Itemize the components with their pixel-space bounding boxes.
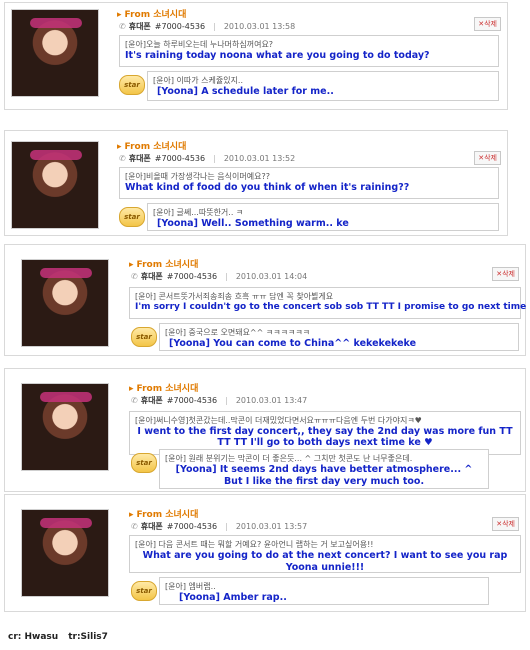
- star-reply-icon: star: [119, 75, 145, 95]
- reply-korean: [윤아] 이따가 스케쥴있지..: [153, 76, 244, 85]
- fan-message-korean: [윤아]오늘 하루비오는데 누나머하심꺼여요?: [125, 40, 274, 49]
- sender-label: ▸ From 소녀시대: [129, 260, 199, 270]
- fan-message-translation: What are you going to do at the next con…: [142, 550, 508, 573]
- delete-button[interactable]: ✕삭제: [492, 517, 519, 531]
- message-card: ▸ From 소녀시대 ✆ 휴대폰 #7000-4536 | 2010.03.01 13:…: [4, 130, 508, 236]
- delete-button[interactable]: ✕삭제: [492, 267, 519, 281]
- phone-icon: ✆: [119, 22, 126, 31]
- fan-message-bubble: [윤아]오늘 하루비오는데 누나머하심꺼여요? It's raining tod…: [119, 35, 499, 67]
- message-meta: ✆ 휴대폰 #7000-4536 | 2010.03.01 13:58: [119, 22, 296, 31]
- sender-label: ▸ From 소녀시대: [117, 10, 187, 20]
- member-photo: [21, 383, 109, 471]
- reply-korean: [윤아] 엠버랩..: [165, 582, 216, 591]
- phone-icon: ✆: [131, 396, 138, 405]
- reply-translation: [Yoona] Amber rap..: [179, 592, 287, 603]
- reply-bubble: [윤아] 이따가 스케쥴있지.. [Yoona] A schedule late…: [147, 71, 499, 101]
- fan-message-bubble: [윤아] 콘서트뜻가서죄송죄송 흐흑 ㅠㅠ 담엔 꼭 찾아뵐게요 I'm sor…: [129, 287, 527, 319]
- fan-message-korean: [윤아]비올때 가장생각나는 음식이머예요??: [125, 172, 270, 181]
- credit-translator: tr:Silis7: [68, 632, 108, 642]
- reply-translation: [Yoona] It seems 2nd days have better at…: [175, 464, 473, 487]
- delete-button[interactable]: ✕삭제: [474, 151, 501, 165]
- arrow-icon: ▸: [129, 384, 134, 394]
- member-photo: [21, 509, 109, 597]
- message-card: ▸ From 소녀시대 ✆ 휴대폰 #7000-4536 | 2010.03.01 13:…: [4, 494, 526, 612]
- sender-label: ▸ From 소녀시대: [129, 384, 199, 394]
- phone-icon: ✆: [131, 522, 138, 531]
- message-card: ▸ From 소녀시대 ✆ 휴대폰 #7000-4536 | 2010.03.01 13:…: [4, 2, 508, 110]
- arrow-icon: ▸: [129, 510, 134, 520]
- phone-icon: ✆: [119, 154, 126, 163]
- fan-message-bubble: [윤아] 다음 콘서트 때는 뭐할 거예요? 윤아언니 랩하는 거 보고싶어용!…: [129, 535, 521, 573]
- message-card: ▸ From 소녀시대 ✆ 휴대폰 #7000-4536 | 2010.03.01 13:…: [4, 368, 526, 492]
- message-meta: ✆ 휴대폰 #7000-4536 | 2010.03.01 14:04: [131, 272, 308, 281]
- star-reply-icon: star: [131, 327, 157, 347]
- fan-message-bubble: [윤아]비올때 가장생각나는 음식이머예요?? What kind of foo…: [119, 167, 499, 199]
- reply-bubble: [윤아] 엠버랩.. [Yoona] Amber rap..: [159, 577, 489, 605]
- arrow-icon: ▸: [117, 10, 122, 20]
- arrow-icon: ▸: [129, 260, 134, 270]
- message-card: ▸ From 소녀시대 ✆ 휴대폰 #7000-4536 | 2010.03.01 14:…: [4, 244, 526, 356]
- fan-message-translation: I'm sorry I couldn't go to the concert s…: [135, 302, 527, 312]
- reply-translation: [Yoona] A schedule later for me..: [157, 86, 334, 97]
- reply-korean: [윤아] 중국으로 오면돼요^^ ㅋㅋㅋㅋㅋㅋ: [165, 328, 311, 337]
- star-reply-icon: star: [119, 207, 145, 227]
- reply-bubble: [윤아] 원래 분위기는 막콘이 더 좋은듯... ^ 그치만 첫콘도 난 너무…: [159, 449, 489, 489]
- reply-bubble: [윤아] 중국으로 오면돼요^^ ㅋㅋㅋㅋㅋㅋ [Yoona] You can …: [159, 323, 519, 351]
- member-photo: [11, 9, 99, 97]
- sender-label: ▸ From 소녀시대: [117, 142, 187, 152]
- credits: cr: Hwasu tr:Silis7: [8, 632, 118, 642]
- credit-source: cr: Hwasu: [8, 632, 59, 642]
- reply-bubble: [윤아] 글쎄...따뜻한거.. ㅋ [Yoona] Well.. Someth…: [147, 203, 499, 231]
- fan-message-korean: [윤아] 다음 콘서트 때는 뭐할 거예요? 윤아언니 랩하는 거 보고싶어용!…: [135, 540, 374, 549]
- reply-translation: [Yoona] Well.. Something warm.. ke: [157, 218, 349, 229]
- star-reply-icon: star: [131, 581, 157, 601]
- phone-icon: ✆: [131, 272, 138, 281]
- fan-message-korean: [윤아] 콘서트뜻가서죄송죄송 흐흑 ㅠㅠ 담엔 꼭 찾아뵐게요: [135, 292, 334, 301]
- fan-message-korean: [윤아]써니수영]첫콘갔는데..막콘이 더재밌었다면서요ㅠㅠㅠ다음엔 두번 다가…: [135, 416, 422, 425]
- reply-korean: [윤아] 원래 분위기는 막콘이 더 좋은듯... ^ 그치만 첫콘도 난 너무…: [165, 454, 413, 463]
- star-reply-icon: star: [131, 453, 157, 473]
- message-meta: ✆ 휴대폰 #7000-4536 | 2010.03.01 13:52: [119, 154, 296, 163]
- reply-translation: [Yoona] You can come to China^^ kekekeke…: [169, 338, 417, 349]
- fan-message-translation: What kind of food do you think of when i…: [125, 182, 410, 193]
- reply-korean: [윤아] 글쎄...따뜻한거.. ㅋ: [153, 208, 244, 217]
- message-meta: ✆ 휴대폰 #7000-4536 | 2010.03.01 13:57: [131, 522, 308, 531]
- delete-button[interactable]: ✕삭제: [474, 17, 501, 31]
- member-photo: [11, 141, 99, 229]
- arrow-icon: ▸: [117, 142, 122, 152]
- sender-label: ▸ From 소녀시대: [129, 510, 199, 520]
- fan-message-translation: I went to the first day concert,, they s…: [137, 426, 513, 448]
- member-photo: [21, 259, 109, 347]
- message-meta: ✆ 휴대폰 #7000-4536 | 2010.03.01 13:47: [131, 396, 308, 405]
- fan-message-translation: It's raining today noona what are you go…: [125, 50, 430, 61]
